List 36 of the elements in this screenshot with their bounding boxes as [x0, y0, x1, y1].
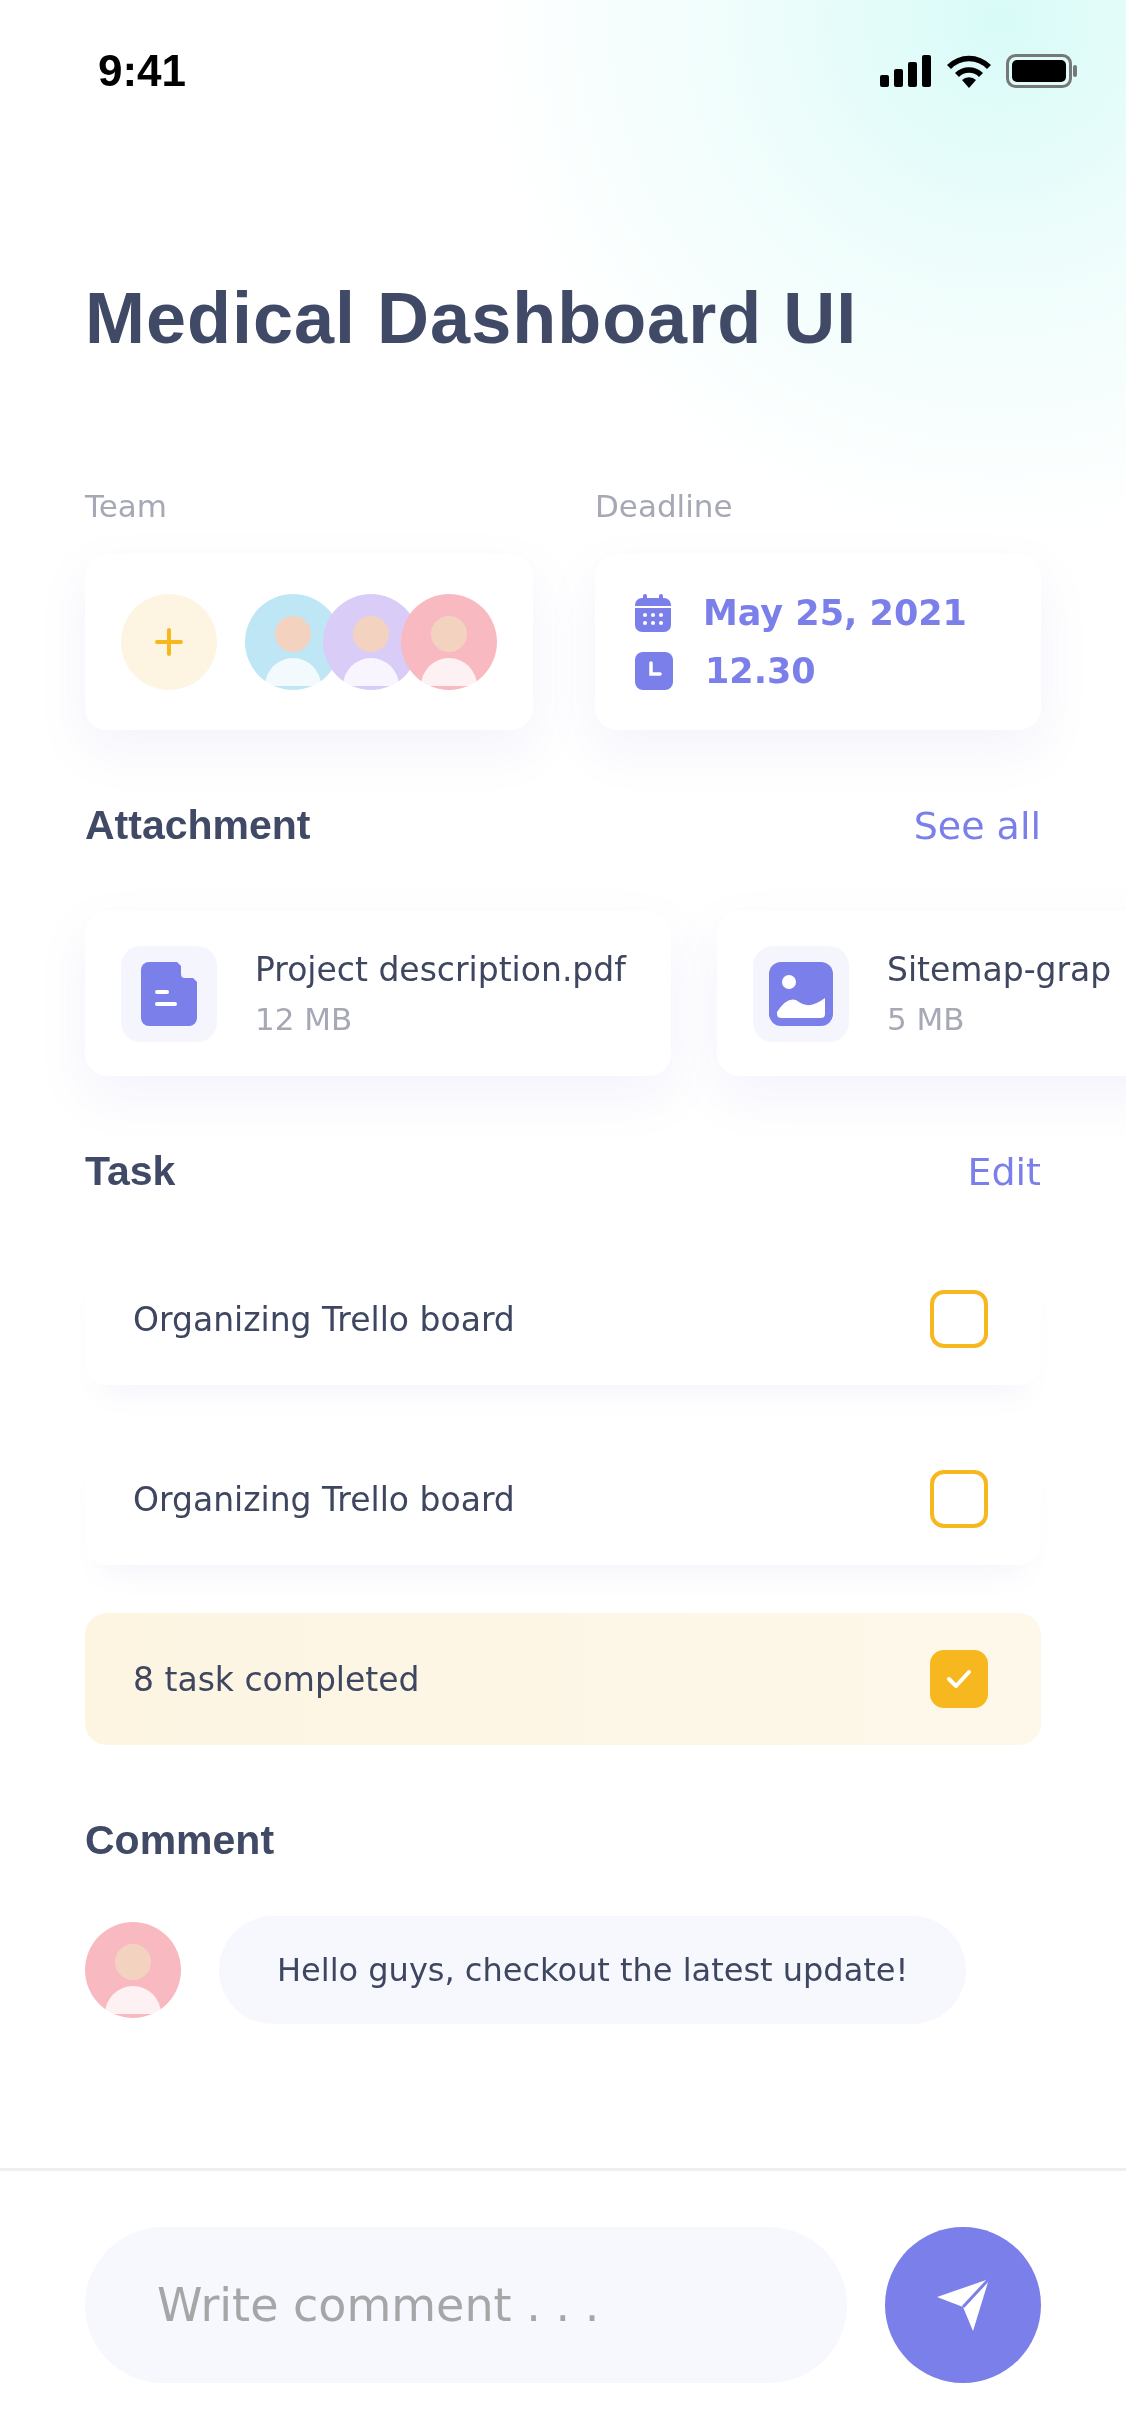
file-size: 5 MB: [887, 1001, 966, 1037]
image-icon: [769, 961, 833, 1026]
battery-icon: [1006, 54, 1078, 88]
deadline-date: May 25, 2021: [703, 593, 967, 633]
section-title: Attachment: [85, 802, 311, 849]
task-checkbox[interactable]: [930, 1650, 988, 1708]
task-row[interactable]: 8 task completed: [85, 1613, 1041, 1745]
section-title: Comment: [85, 1817, 275, 1864]
task-label: 8 task completed: [133, 1659, 420, 1699]
check-icon: [945, 1668, 973, 1690]
deadline-label: Deadline: [595, 488, 734, 524]
comment-bubble: Hello guys, checkout the latest update!: [219, 1916, 967, 2024]
wifi-icon: [946, 54, 992, 88]
status-time: 9:41: [98, 46, 187, 96]
plus-icon: [153, 626, 185, 658]
signal-icon: [880, 55, 932, 87]
calendar-icon: [635, 594, 671, 632]
document-icon: [141, 961, 197, 1026]
task-label: Organizing Trello board: [133, 1299, 515, 1339]
attachment-card[interactable]: Project description.pdf 12 MB: [85, 911, 671, 1076]
file-name: Sitemap-grap: [887, 950, 1112, 989]
comment-input[interactable]: Write comment . . .: [85, 2227, 847, 2383]
team-label: Team: [85, 488, 168, 524]
deadline-time: 12.30: [705, 651, 816, 691]
page-title: Medical Dashboard UI: [85, 278, 859, 358]
task-row[interactable]: Organizing Trello board: [85, 1433, 1041, 1565]
avatar-stack[interactable]: [245, 594, 497, 690]
attachment-card[interactable]: Sitemap-grap 5 MB: [717, 911, 1126, 1076]
file-name: Project description.pdf: [255, 950, 626, 989]
task-label: Organizing Trello board: [133, 1479, 515, 1519]
section-title: Task: [85, 1148, 176, 1195]
task-checkbox[interactable]: [930, 1470, 988, 1528]
file-size: 12 MB: [255, 1001, 354, 1037]
task-checkbox[interactable]: [930, 1290, 988, 1348]
clock-icon: [635, 652, 673, 690]
task-row[interactable]: Organizing Trello board: [85, 1253, 1041, 1385]
